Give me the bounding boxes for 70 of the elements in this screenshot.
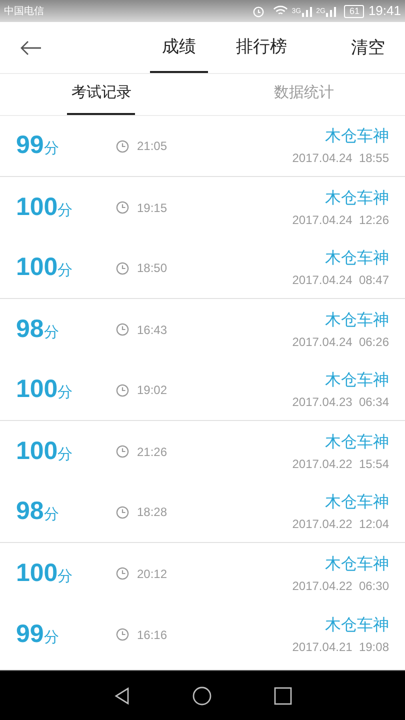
duration-label: 19:02 xyxy=(137,382,168,399)
clock-time: 19:41 xyxy=(368,2,401,20)
recents-icon[interactable] xyxy=(274,686,292,704)
sub-tab[interactable]: 考试记录 xyxy=(67,74,136,115)
score-label: 100分 xyxy=(16,436,74,467)
date-label: 2017.04.23 06:34 xyxy=(292,394,389,411)
duration-label: 20:12 xyxy=(137,566,168,582)
user-name: 木仓车神 xyxy=(325,554,389,574)
clock-icon xyxy=(116,201,129,214)
score-label: 98分 xyxy=(16,314,60,345)
score-label: 100分 xyxy=(16,192,74,223)
user-name: 木仓车神 xyxy=(325,310,389,330)
record-row[interactable]: 100分 18:50 木仓车神 2017.04.24 08:47 xyxy=(0,238,405,299)
record-row[interactable]: 100分 19:15 木仓车神 2017.04.24 12:26 xyxy=(0,177,405,238)
score-label: 100分 xyxy=(16,252,74,284)
clear-button[interactable]: 清空 xyxy=(351,34,385,60)
duration-label: 16:16 xyxy=(137,626,168,644)
home-icon[interactable] xyxy=(192,686,212,706)
user-name: 木仓车神 xyxy=(325,616,389,636)
back-icon[interactable] xyxy=(114,686,130,704)
clock-icon xyxy=(116,506,129,518)
battery-indicator: 61 xyxy=(344,4,364,18)
record-row[interactable]: 100分 21:26 木仓车神 2017.04.22 15:54 xyxy=(0,421,405,482)
user-name: 木仓车神 xyxy=(325,126,389,147)
score-label: 100分 xyxy=(16,558,74,589)
date-label: 2017.04.22 15:54 xyxy=(292,456,389,472)
duration-label: 21:26 xyxy=(137,444,168,460)
header-tab[interactable]: 排行榜 xyxy=(224,22,299,73)
back-arrow-icon xyxy=(20,40,42,56)
score-label: 99分 xyxy=(16,618,60,650)
user-name: 木仓车神 xyxy=(325,432,389,452)
score-label: 99分 xyxy=(16,130,60,162)
user-name: 木仓车神 xyxy=(325,370,389,391)
record-row[interactable]: 98分 18:28 木仓车神 2017.04.22 12:04 xyxy=(0,482,405,543)
sub-tab[interactable]: 数据统计 xyxy=(270,74,338,115)
date-label: 2017.04.22 12:04 xyxy=(292,516,389,533)
carrier-label: 中国电信 xyxy=(4,4,44,18)
date-label: 2017.04.24 12:26 xyxy=(292,212,389,228)
duration-label: 21:05 xyxy=(137,138,168,155)
alarm-icon xyxy=(252,4,265,18)
user-name: 木仓车神 xyxy=(325,248,389,269)
date-label: 2017.04.24 06:26 xyxy=(292,334,389,350)
header-tab[interactable]: 成绩 xyxy=(150,22,208,73)
record-row[interactable]: 100分 20:12 木仓车神 2017.04.22 06:30 xyxy=(0,543,405,604)
user-name: 木仓车神 xyxy=(325,188,389,208)
clock-icon xyxy=(116,628,129,641)
clock-icon xyxy=(116,384,129,396)
clock-icon xyxy=(116,445,129,458)
record-row[interactable]: 98分 16:43 木仓车神 2017.04.24 06:26 xyxy=(0,299,405,360)
duration-label: 16:43 xyxy=(137,322,168,338)
clock-icon xyxy=(116,567,129,580)
record-row[interactable]: 99分 21:05 木仓车神 2017.04.24 18:55 xyxy=(0,116,405,177)
duration-label: 19:15 xyxy=(137,200,168,216)
wifi-icon xyxy=(272,5,288,17)
clock-icon xyxy=(116,140,129,152)
duration-label: 18:28 xyxy=(137,504,168,521)
score-label: 100分 xyxy=(16,374,74,406)
signal-icon xyxy=(326,6,336,16)
record-row[interactable]: 99分 16:16 木仓车神 2017.04.21 19:08 xyxy=(0,604,405,665)
duration-label: 18:50 xyxy=(137,260,168,277)
record-row[interactable]: 100分 19:02 木仓车神 2017.04.23 06:34 xyxy=(0,360,405,421)
date-label: 2017.04.24 08:47 xyxy=(292,272,389,289)
clock-icon xyxy=(116,323,129,336)
date-label: 2017.04.24 18:55 xyxy=(292,150,389,167)
date-label: 2017.04.22 06:30 xyxy=(292,578,389,594)
date-label: 2017.04.21 19:08 xyxy=(292,638,389,656)
clock-icon xyxy=(116,262,129,274)
score-label: 98分 xyxy=(16,496,60,528)
signal-icon xyxy=(302,6,312,16)
user-name: 木仓车神 xyxy=(325,492,389,513)
